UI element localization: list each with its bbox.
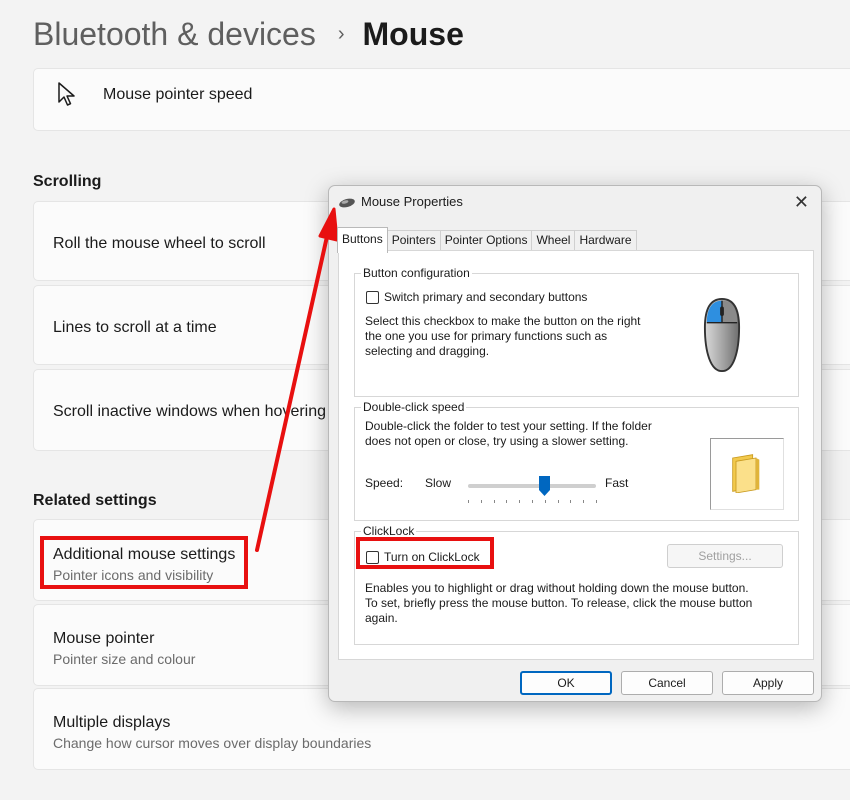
double-click-slider-thumb[interactable]: [539, 476, 551, 496]
clicklock-description-2: To set, briefly press the mouse button. …: [365, 596, 753, 610]
slider-tick: [570, 500, 572, 503]
related-settings-heading: Related settings: [33, 492, 157, 509]
slider-ticks: [468, 500, 597, 504]
dialog-tabs: Buttons Pointers Pointer Options Wheel H…: [337, 227, 637, 253]
mouse-pointer-icon: [58, 82, 75, 106]
slider-tick: [544, 500, 546, 503]
highlight-clicklock: [356, 537, 494, 569]
slider-tick: [519, 500, 521, 503]
mouse-image-icon: [703, 297, 741, 373]
slider-tick: [596, 500, 597, 503]
clicklock-description-1: Enables you to highlight or drag without…: [365, 581, 749, 595]
slider-tick: [493, 500, 495, 503]
breadcrumb-parent[interactable]: Bluetooth & devices: [33, 16, 316, 53]
lines-to-scroll-label: Lines to scroll at a time: [53, 319, 217, 336]
slider-tick: [532, 500, 533, 503]
pointer-speed-label: Mouse pointer speed: [103, 86, 253, 103]
double-click-description-1: Double-click the folder to test your set…: [365, 419, 652, 433]
double-click-speed-group: Double-click speed Double-click the fold…: [354, 400, 799, 521]
page-title: Mouse: [362, 15, 464, 52]
double-click-speed-label: Double-click speed: [361, 400, 467, 414]
slider-tick: [506, 500, 508, 503]
breadcrumb: Bluetooth & devices › Mouse: [33, 12, 464, 56]
button-configuration-label: Button configuration: [361, 266, 472, 280]
folder-icon: [732, 454, 760, 493]
tab-pointers[interactable]: Pointers: [386, 230, 441, 251]
slow-label: Slow: [425, 476, 452, 490]
tab-pointer-options[interactable]: Pointer Options: [439, 230, 533, 251]
mouse-properties-dialog: Mouse Properties ✕ Buttons Pointers Poin…: [328, 185, 822, 702]
dialog-title: Mouse Properties: [361, 194, 463, 209]
mouse-preview-box: [664, 279, 795, 391]
buttons-tab-panel: Button configuration Switch primary and …: [338, 250, 814, 660]
clicklock-description-3: again.: [365, 611, 398, 625]
speed-label: Speed:: [365, 476, 404, 490]
double-click-description-2: does not open or close, try using a slow…: [365, 434, 629, 448]
pointer-speed-card[interactable]: Mouse pointer speed: [33, 68, 850, 131]
slider-tick: [557, 500, 559, 503]
highlight-additional-mouse-settings: [40, 536, 248, 589]
scroll-wheel-label: Roll the mouse wheel to scroll: [53, 235, 266, 252]
apply-button[interactable]: Apply: [722, 671, 814, 695]
double-click-slider-track[interactable]: [468, 484, 596, 488]
mouse-pointer-subtitle: Pointer size and colour: [53, 651, 196, 667]
tab-buttons[interactable]: Buttons: [337, 227, 388, 253]
cancel-button[interactable]: Cancel: [621, 671, 713, 695]
scroll-inactive-label: Scroll inactive windows when hovering: [53, 403, 327, 420]
switch-buttons-label[interactable]: Switch primary and secondary buttons: [384, 290, 587, 305]
tab-wheel[interactable]: Wheel: [531, 230, 576, 251]
ok-button[interactable]: OK: [520, 671, 612, 695]
slider-tick: [583, 500, 585, 503]
breadcrumb-chevron-icon: ›: [337, 22, 345, 45]
close-icon[interactable]: ✕: [794, 192, 809, 213]
multiple-displays-subtitle: Change how cursor moves over display bou…: [53, 735, 372, 751]
slider-tick: [468, 500, 469, 503]
clicklock-label: ClickLock: [361, 524, 417, 538]
slider-tick: [480, 500, 482, 503]
fast-label: Fast: [605, 476, 629, 490]
switch-buttons-checkbox[interactable]: [366, 291, 379, 304]
scrolling-heading: Scrolling: [33, 173, 102, 190]
button-config-description-3: selecting and dragging.: [365, 344, 490, 358]
test-folder-box[interactable]: [710, 438, 784, 510]
button-config-description-2: the one you use for primary functions su…: [365, 329, 608, 343]
mouse-pointer-title: Mouse pointer: [53, 630, 155, 647]
button-config-description-1: Select this checkbox to make the button …: [365, 314, 641, 328]
tab-hardware[interactable]: Hardware: [574, 230, 637, 251]
clicklock-settings-button[interactable]: Settings...: [667, 544, 783, 568]
multiple-displays-title: Multiple displays: [53, 714, 171, 731]
button-configuration-group: Button configuration Switch primary and …: [354, 266, 799, 397]
mouse-app-icon: [339, 198, 355, 208]
